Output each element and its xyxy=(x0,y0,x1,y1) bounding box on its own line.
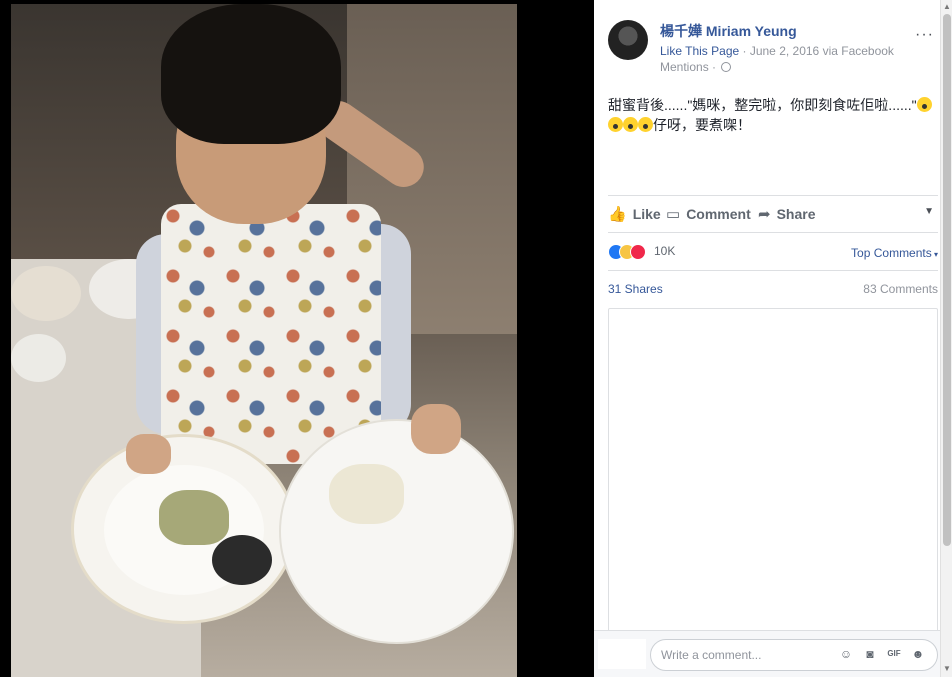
scroll-down-arrow-icon[interactable]: ▼ xyxy=(943,664,951,673)
love-reaction-icon[interactable] xyxy=(630,244,646,260)
photo-plate-background xyxy=(11,266,81,321)
scared-emoji-icon xyxy=(623,117,638,132)
photo-hand xyxy=(126,434,171,474)
reactions-row: 10K Top Comments ▾ xyxy=(608,242,938,262)
divider xyxy=(608,195,938,196)
scared-emoji-icon xyxy=(916,97,932,112)
comments-list xyxy=(608,308,938,638)
thumbs-up-icon: 👍 xyxy=(608,206,627,223)
photo-apron xyxy=(161,204,381,464)
shares-count[interactable]: 31 Shares xyxy=(608,282,663,296)
share-icon: ➦ xyxy=(758,206,771,223)
more-options-button[interactable]: ··· xyxy=(915,26,934,44)
like-page-link[interactable]: Like This Page xyxy=(660,44,739,58)
post-side-panel: 楊千嬅 Miriam Yeung Like This Page · June 2… xyxy=(594,0,952,677)
globe-icon xyxy=(721,62,732,72)
photo-child-hair xyxy=(161,4,341,144)
photo-dumpling xyxy=(159,490,229,545)
photo-dumpling xyxy=(329,464,404,524)
share-button[interactable]: ➦ Share xyxy=(758,205,816,223)
photo-viewer xyxy=(0,0,594,677)
scrollbar-thumb[interactable] xyxy=(943,14,951,546)
chevron-down-icon: ▾ xyxy=(931,250,938,259)
comment-icon: ▭ xyxy=(666,206,681,223)
post-text-line2: 仔呀，要煮㗎！ xyxy=(653,117,751,133)
emoji-icon[interactable]: ☺ xyxy=(838,646,854,662)
post-header: 楊千嬅 Miriam Yeung Like This Page · June 2… xyxy=(608,18,938,78)
scrollbar[interactable]: ▲ ▼ xyxy=(940,0,952,677)
sticker-icon[interactable]: ☻ xyxy=(910,646,926,662)
gif-icon[interactable]: GIF xyxy=(886,646,902,662)
author-name[interactable]: 楊千嬅 Miriam Yeung xyxy=(660,21,797,41)
avatar[interactable] xyxy=(608,20,648,60)
scared-emoji-icon xyxy=(638,117,653,132)
post-actions: 👍 Like ▭ Comment ➦ Share ▼ xyxy=(608,200,938,230)
camera-icon[interactable]: ◙ xyxy=(862,646,878,662)
scroll-up-arrow-icon[interactable]: ▲ xyxy=(943,2,951,11)
comment-composer: Write a comment... ☺ ◙ GIF ☻ xyxy=(594,630,952,677)
photo-plate-background xyxy=(11,334,66,382)
divider xyxy=(608,232,938,233)
photo-hand xyxy=(411,404,461,454)
scared-emoji-icon xyxy=(608,117,623,132)
avatar xyxy=(598,639,646,669)
reaction-count[interactable]: 10K xyxy=(654,244,675,258)
post-text: 甜蜜背後......"媽咪，整完啦，你即刻食咗佢啦......" 仔呀，要煮㗎！ xyxy=(608,95,938,135)
photo-white-plate xyxy=(279,419,514,644)
chevron-down-icon[interactable]: ▼ xyxy=(924,206,934,217)
like-button[interactable]: 👍 Like xyxy=(608,205,661,223)
post-meta: Like This Page · June 2, 2016 via Facebo… xyxy=(660,43,910,75)
post-text-line1: 甜蜜背後......"媽咪，整完啦，你即刻食咗佢啦......" xyxy=(608,97,917,113)
divider xyxy=(608,270,938,271)
top-comments-dropdown[interactable]: Top Comments ▾ xyxy=(851,246,938,260)
comments-count[interactable]: 83 Comments xyxy=(863,282,938,296)
post-photo[interactable] xyxy=(11,4,517,677)
comment-button[interactable]: ▭ Comment xyxy=(666,205,751,223)
